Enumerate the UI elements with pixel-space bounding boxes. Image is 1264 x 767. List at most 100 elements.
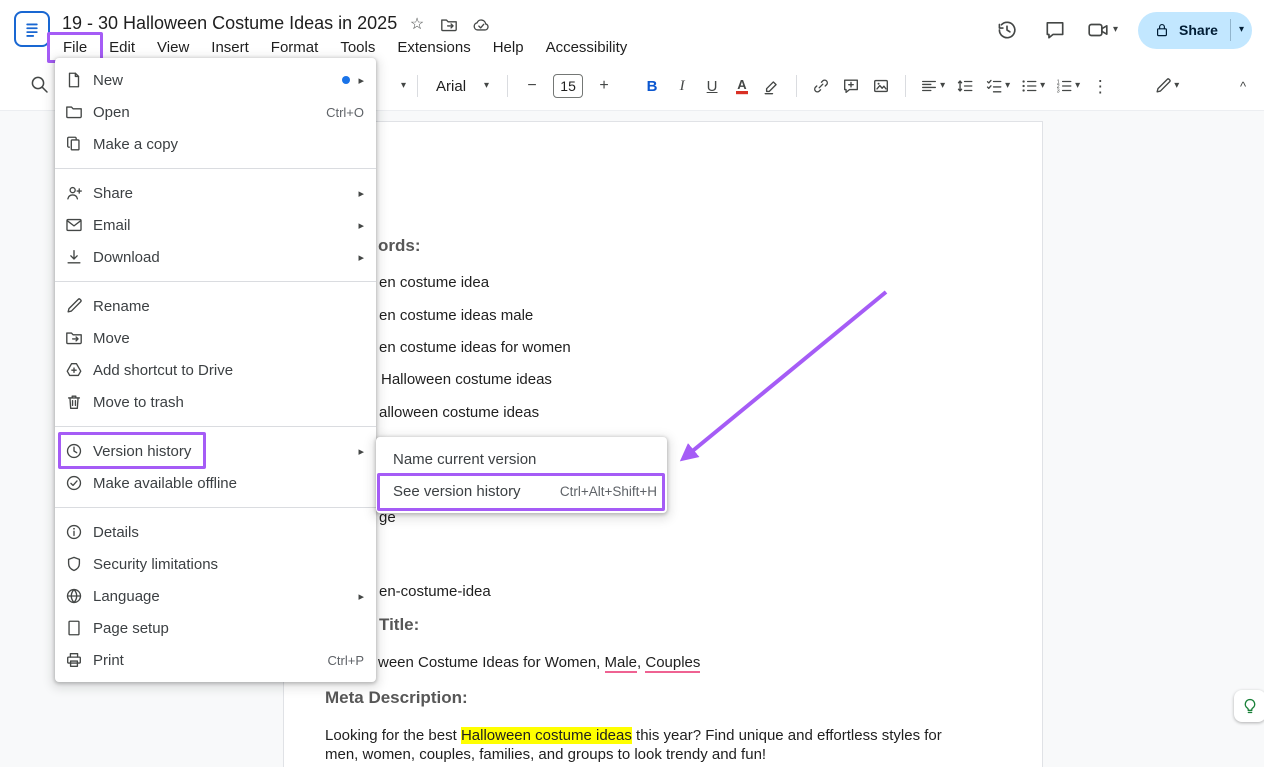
bulleted-list-dropdown[interactable]: ▾: [1017, 72, 1048, 100]
file-menu-item-version-history[interactable]: Version history▸: [55, 435, 376, 467]
file-menu-item-details[interactable]: Details: [55, 516, 376, 548]
align-dropdown[interactable]: ▾: [917, 72, 948, 100]
menu-divider: [55, 507, 376, 508]
google-docs-window: 19 - 30 Halloween Costume Ideas in 2025 …: [0, 0, 1264, 767]
file-menu-item-make-a-copy[interactable]: Make a copy: [55, 128, 376, 160]
document-saved-status-icon[interactable]: [472, 16, 490, 34]
menu-label: File: [63, 39, 87, 56]
menu-label: Tools: [340, 39, 375, 56]
toolbar-divider: [905, 75, 906, 97]
move-document-icon[interactable]: [440, 16, 458, 34]
menu-format[interactable]: Format: [260, 36, 330, 59]
docs-logo-icon: [20, 17, 44, 41]
file-menu-item-page-setup[interactable]: Page setup: [55, 612, 376, 644]
file-menu-item-open[interactable]: OpenCtrl+O: [55, 96, 376, 128]
styles-dropdown-caret[interactable]: ▾: [401, 81, 406, 91]
menu-accessibility[interactable]: Accessibility: [535, 36, 639, 59]
submenu-item-see-version-history[interactable]: See version historyCtrl+Alt+Shift+H: [376, 475, 667, 507]
pencil-icon: [65, 297, 83, 315]
menu-edit[interactable]: Edit: [98, 36, 146, 59]
doc-text-line: en costume idea: [379, 273, 489, 292]
title-actions: ☆: [408, 16, 490, 34]
submenu-item-name-current-version[interactable]: Name current version: [376, 443, 667, 475]
menu-item-label: Open: [93, 104, 326, 121]
comments-button[interactable]: [1035, 10, 1075, 50]
highlight-color-button[interactable]: [759, 72, 785, 100]
toolbar-divider: [796, 75, 797, 97]
file-menu-item-new[interactable]: New▸: [55, 64, 376, 96]
star-icon[interactable]: ☆: [408, 16, 426, 34]
document-title[interactable]: 19 - 30 Halloween Costume Ideas in 2025: [62, 13, 397, 34]
doc-text-line: ords:: [378, 235, 421, 257]
menu-extensions[interactable]: Extensions: [386, 36, 481, 59]
editing-mode-dropdown[interactable]: ▾: [1151, 72, 1182, 100]
text-color-button[interactable]: A: [729, 72, 755, 100]
highlighted-text: Halloween costume ideas: [461, 727, 632, 744]
search-menus-button[interactable]: [29, 74, 49, 97]
file-menu-item-move-to-trash[interactable]: Move to trash: [55, 386, 376, 418]
menu-help[interactable]: Help: [482, 36, 535, 59]
checklist-dropdown[interactable]: ▾: [982, 72, 1013, 100]
caret-down-icon: ▾: [1040, 81, 1045, 91]
submenu-arrow-icon: ▸: [358, 74, 364, 87]
add-comment-icon: [842, 77, 860, 95]
toolbar-divider: [507, 75, 508, 97]
menu-item-label: Rename: [93, 298, 364, 315]
bold-button[interactable]: B: [639, 72, 665, 100]
drive-add-icon: [65, 361, 83, 379]
version-history-button[interactable]: [987, 10, 1027, 50]
file-menu-item-language[interactable]: Language▸: [55, 580, 376, 612]
insert-image-button[interactable]: [868, 72, 894, 100]
more-options-button[interactable]: ⋮: [1087, 72, 1113, 100]
file-menu-item-move[interactable]: Move: [55, 322, 376, 354]
increase-font-size-button[interactable]: +: [591, 72, 617, 100]
file-menu-item-download[interactable]: Download▸: [55, 241, 376, 273]
add-comment-button[interactable]: [838, 72, 864, 100]
caret-down-icon: ▾: [1113, 25, 1118, 35]
italic-button[interactable]: I: [669, 72, 695, 100]
align-left-icon: [920, 77, 938, 95]
info-icon: [65, 523, 83, 541]
menu-insert[interactable]: Insert: [200, 36, 260, 59]
file-menu-item-print[interactable]: PrintCtrl+P: [55, 644, 376, 676]
join-call-button[interactable]: ▾: [1083, 19, 1122, 41]
font-family-dropdown[interactable]: Arial ▾: [429, 78, 496, 95]
doc-text-line: Title:: [379, 614, 419, 636]
pen-icon: [1154, 77, 1172, 95]
file-menu-item-share[interactable]: Share▸: [55, 177, 376, 209]
file-menu-item-security-limitations[interactable]: Security limitations: [55, 548, 376, 580]
menu-tools[interactable]: Tools: [329, 36, 386, 59]
menu-item-label: Move: [93, 330, 364, 347]
docs-logo[interactable]: [14, 11, 50, 47]
videocam-icon: [1087, 19, 1109, 41]
numbered-list-dropdown[interactable]: 123 ▾: [1052, 72, 1083, 100]
person-add-icon: [65, 184, 83, 202]
line-spacing-button[interactable]: [952, 72, 978, 100]
file-menu-item-rename[interactable]: Rename: [55, 290, 376, 322]
file-menu-item-make-available-offline[interactable]: Make available offline: [55, 467, 376, 499]
share-menu-caret-icon[interactable]: ▾: [1239, 25, 1244, 35]
decrease-font-size-button[interactable]: −: [519, 72, 545, 100]
submenu-arrow-icon: ▸: [358, 187, 364, 200]
doc-text-line: Halloween costume ideas: [381, 370, 552, 389]
font-size-input[interactable]: 15: [553, 74, 583, 98]
shield-icon: [65, 555, 83, 573]
shortcut-label: Ctrl+P: [328, 653, 364, 668]
share-button[interactable]: Share ▾: [1138, 12, 1252, 49]
underline-button[interactable]: U: [699, 72, 725, 100]
hide-menus-button[interactable]: ^: [1230, 72, 1256, 100]
page-icon: [65, 619, 83, 637]
menu-label: Insert: [211, 39, 249, 56]
menu-file[interactable]: File: [52, 36, 98, 59]
share-divider: [1230, 19, 1231, 41]
suggestion-button[interactable]: [1234, 690, 1264, 722]
caret-down-icon: ▾: [1174, 81, 1179, 91]
file-menu-item-add-shortcut-to-drive[interactable]: Add shortcut to Drive: [55, 354, 376, 386]
menu-view[interactable]: View: [146, 36, 200, 59]
insert-link-button[interactable]: [808, 72, 834, 100]
menu-item-accessories: ▸: [358, 219, 364, 232]
submenu-arrow-icon: ▸: [358, 251, 364, 264]
file-menu-item-email[interactable]: Email▸: [55, 209, 376, 241]
toolbar-divider: [417, 75, 418, 97]
history-icon: [65, 442, 83, 460]
